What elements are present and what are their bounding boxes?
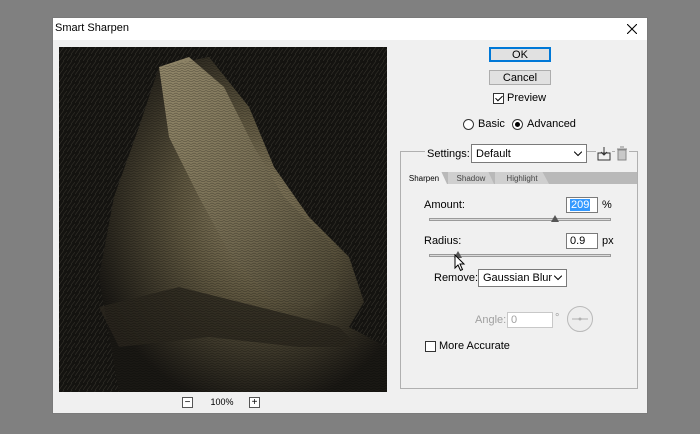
tab-shadow[interactable]: Shadow: [448, 172, 494, 184]
zoom-in-button[interactable]: +: [249, 397, 260, 408]
tab-highlight-label: Highlight: [506, 173, 538, 183]
amount-unit: %: [602, 199, 612, 211]
preview-label: Preview: [507, 92, 547, 104]
amount-slider-track[interactable]: [429, 218, 611, 221]
amount-input[interactable]: 209: [566, 197, 598, 213]
radius-label: Radius:: [424, 235, 462, 247]
angle-dial: [567, 306, 593, 332]
zoom-out-icon: −: [184, 396, 191, 408]
window-title: Smart Sharpen: [55, 22, 129, 34]
zoom-controls: − 100% +: [182, 396, 262, 410]
close-button[interactable]: [617, 18, 647, 40]
settings-value: Default: [476, 147, 511, 160]
amount-label: Amount:: [424, 199, 465, 211]
preview-check-box[interactable]: [493, 92, 504, 104]
basic-radio[interactable]: Basic: [463, 118, 505, 130]
angle-value: 0: [511, 314, 518, 326]
zoom-in-icon: +: [251, 396, 258, 408]
chevron-down-icon: [574, 151, 582, 156]
delete-preset-icon: [617, 146, 627, 161]
advanced-label: Advanced: [527, 118, 576, 130]
radius-unit: px: [602, 235, 614, 247]
advanced-radio[interactable]: Advanced: [512, 118, 576, 130]
settings-label: Settings:: [425, 148, 472, 160]
basic-radio-dot[interactable]: [463, 118, 474, 130]
preview-image[interactable]: [59, 47, 387, 392]
cursor-icon: [454, 254, 466, 272]
ok-button[interactable]: OK: [489, 47, 551, 62]
settings-select[interactable]: Default: [471, 144, 587, 163]
tab-sharpen-label: Sharpen: [408, 173, 440, 183]
cancel-label: Cancel: [502, 71, 538, 84]
radius-input[interactable]: 0.9: [566, 233, 598, 249]
zoom-out-button[interactable]: −: [182, 397, 193, 408]
advanced-radio-dot[interactable]: [512, 118, 523, 130]
close-icon: [627, 24, 637, 34]
save-preset-button[interactable]: [596, 146, 612, 162]
amount-slider-thumb[interactable]: [550, 215, 559, 222]
tab-sharpen[interactable]: Sharpen: [401, 172, 447, 184]
angle-input: 0: [507, 312, 553, 328]
smart-sharpen-dialog: Smart Sharpen − 100% + OK Cancel Preview…: [52, 17, 648, 414]
delete-preset-button[interactable]: [615, 146, 629, 162]
chevron-down-icon: [554, 275, 562, 281]
ok-label: OK: [512, 48, 528, 61]
zoom-level: 100%: [210, 397, 234, 407]
remove-select[interactable]: Gaussian Blur: [478, 269, 567, 287]
angle-dial-indicator: [572, 317, 588, 321]
tab-strip: Sharpen Shadow Highlight: [401, 172, 637, 184]
preview-checkbox[interactable]: Preview: [493, 92, 546, 104]
angle-unit: °: [555, 312, 560, 324]
sharpened-skin-photo: [59, 47, 387, 392]
more-accurate-label: More Accurate: [439, 340, 510, 352]
cancel-button[interactable]: Cancel: [489, 70, 551, 85]
angle-label: Angle:: [475, 314, 507, 326]
remove-value: Gaussian Blur: [483, 272, 553, 284]
more-accurate-checkbox[interactable]: More Accurate: [425, 340, 510, 352]
tab-highlight[interactable]: Highlight: [495, 172, 549, 184]
save-preset-icon: [597, 147, 611, 161]
tab-shadow-label: Shadow: [456, 173, 486, 183]
basic-label: Basic: [478, 118, 505, 130]
more-accurate-check-box[interactable]: [425, 340, 436, 352]
amount-value: 209: [570, 199, 591, 211]
radius-value: 0.9: [570, 235, 586, 247]
remove-label: Remove:: [434, 272, 479, 284]
title-bar: Smart Sharpen: [53, 18, 647, 40]
